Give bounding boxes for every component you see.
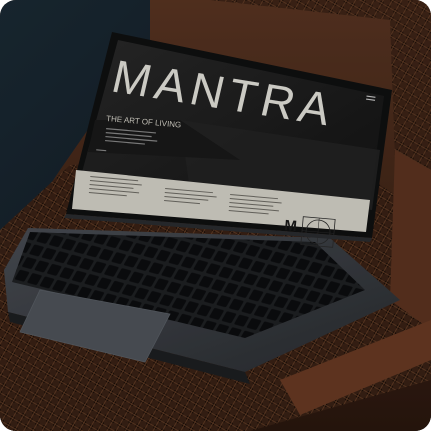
photo-frame: MANTRA THE ART OF LIVING M — [0, 0, 431, 431]
vignette — [0, 0, 431, 431]
laptop-photo: MANTRA THE ART OF LIVING M — [0, 0, 431, 431]
